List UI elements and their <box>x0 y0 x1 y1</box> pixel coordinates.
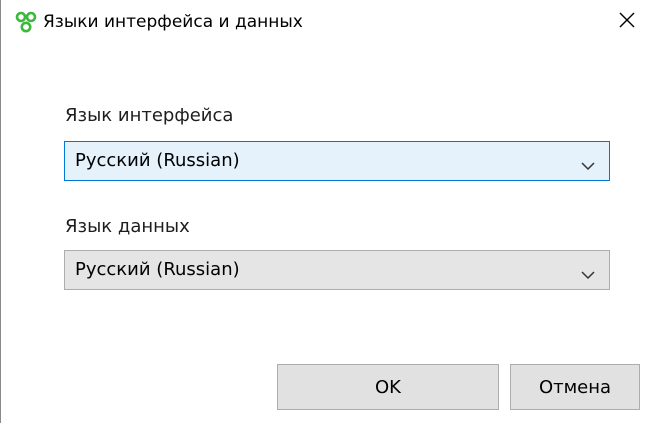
chevron-down-icon <box>581 265 595 280</box>
interface-language-dropdown[interactable]: Русский (Russian) <box>64 141 610 181</box>
data-language-value: Русский (Russian) <box>75 259 240 280</box>
close-button[interactable] <box>607 0 646 44</box>
close-icon <box>618 11 636 33</box>
chevron-down-icon <box>581 156 595 171</box>
interface-language-label: Язык интерфейса <box>65 105 234 126</box>
language-settings-dialog: Языки интерфейса и данных Язык интерфейс… <box>0 0 646 423</box>
app-logo-icon <box>15 11 37 33</box>
cancel-button[interactable]: Отмена <box>510 364 640 410</box>
window-title: Языки интерфейса и данных <box>43 12 303 32</box>
interface-language-value: Русский (Russian) <box>75 150 240 171</box>
data-language-label: Язык данных <box>65 216 190 237</box>
data-language-dropdown[interactable]: Русский (Russian) <box>64 250 610 290</box>
ok-button[interactable]: OK <box>277 364 499 410</box>
title-bar: Языки интерфейса и данных <box>1 0 646 44</box>
